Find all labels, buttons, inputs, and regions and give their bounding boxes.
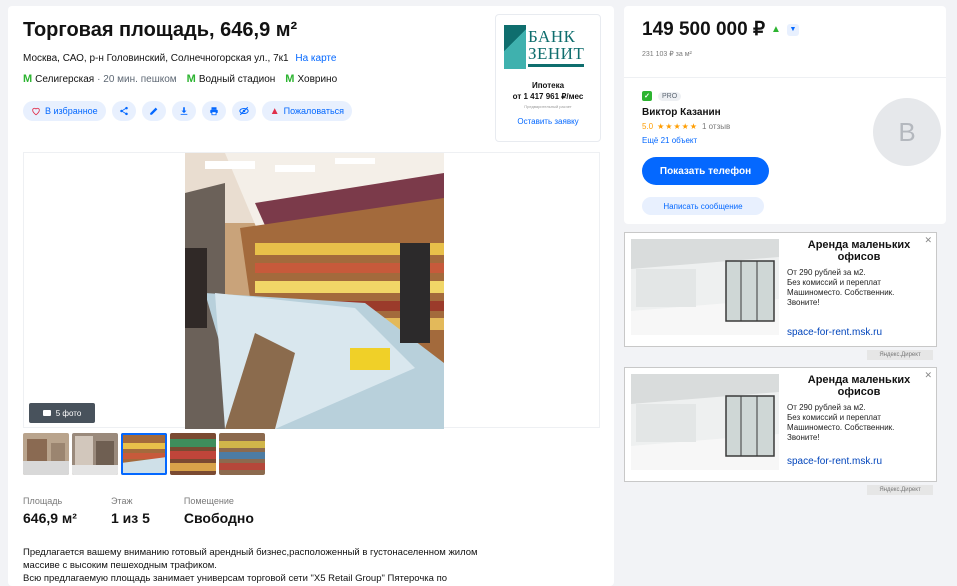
thumbnail-strip <box>23 433 265 475</box>
verified-shield-icon: ✓ <box>642 91 652 101</box>
bank-name-line1: БАНК <box>528 26 576 46</box>
fact-label: Этаж <box>110 496 133 506</box>
hide-button[interactable] <box>231 101 256 121</box>
apply-link[interactable]: Оставить заявку <box>496 117 600 126</box>
mortgage-widget: БАНК ЗЕНИТ Ипотека от 1 417 961 ₽/мес Пр… <box>495 14 601 142</box>
print-button[interactable] <box>201 101 226 121</box>
heart-icon <box>32 107 40 116</box>
thumbnail[interactable] <box>219 433 265 475</box>
ad-block[interactable]: Аренда маленьких офисов От 290 рублей за… <box>624 367 937 482</box>
favorite-button[interactable]: В избранное <box>23 101 106 121</box>
metro-icon: М <box>186 73 196 85</box>
warning-icon: ▲ <box>269 105 280 117</box>
mortgage-label: Ипотека <box>531 81 565 90</box>
metro-name: Водный стадион <box>198 73 276 85</box>
fact-label: Площадь <box>23 496 63 506</box>
share-icon <box>119 106 128 116</box>
mortgage-note: Предварительный расчет <box>524 104 572 109</box>
map-link[interactable]: На карте <box>295 53 336 64</box>
hide-icon <box>239 106 249 116</box>
fact-premises: Помещение Свободно <box>184 496 254 526</box>
listing-title: Торговая площадь, 646,9 м² <box>23 19 298 41</box>
download-button[interactable] <box>171 101 196 121</box>
price-history-dropdown[interactable]: ▼ <box>786 23 799 36</box>
photo-count-badge[interactable]: 5 фото <box>29 403 95 423</box>
price: 149 500 000 ₽ <box>642 19 766 40</box>
fact-value: 1 из 5 <box>110 510 150 526</box>
download-icon <box>180 107 188 115</box>
rating-stars-icon: ★★★★★ <box>657 122 698 131</box>
avatar: В <box>873 98 941 166</box>
fact-floor: Этаж 1 из 5 <box>111 496 150 526</box>
more-objects-link[interactable]: Ещё 21 объект <box>642 136 697 145</box>
close-icon[interactable]: ✕ <box>924 370 932 381</box>
address-text: Москва, САО, р-н Головинский, Солнечного… <box>23 53 289 64</box>
ad-block[interactable]: Аренда маленьких офисов От 290 рублей за… <box>624 232 937 347</box>
store-interior-photo <box>185 153 444 429</box>
metro-list: М Селигерская · 20 мин. пешком М Водный … <box>23 73 337 85</box>
send-message-button[interactable]: Написать сообщение <box>642 197 764 215</box>
ad-image[interactable] <box>631 239 779 335</box>
ad-link[interactable]: space-for-rent.msk.ru <box>787 327 882 338</box>
fact-value: 646,9 м² <box>23 510 77 526</box>
reviews-link[interactable]: 1 отзыв <box>702 122 730 131</box>
metro-station[interactable]: М Селигерская · 20 мин. пешком <box>23 73 177 85</box>
bank-logo[interactable]: БАНК ЗЕНИТ <box>504 23 592 71</box>
seller-card: 149 500 000 ₽ ▲ ▼ 231 103 ₽ за м² ✓ PRO … <box>624 6 946 224</box>
complain-label: Пожаловаться <box>283 106 345 116</box>
fact-label: Помещение <box>183 496 234 506</box>
description-line: Предлагается вашему вниманию готовый аре… <box>23 547 478 558</box>
metro-name: Селигерская <box>35 73 95 85</box>
description-line: массиве с высоким пешеходным трафиком. <box>23 560 217 571</box>
listing-card: Торговая площадь, 646,9 м² Москва, САО, … <box>8 6 614 586</box>
thumbnail[interactable] <box>170 433 216 475</box>
fact-value: Свободно <box>183 510 254 526</box>
ad-link[interactable]: space-for-rent.msk.ru <box>787 456 882 467</box>
metro-icon: М <box>23 73 33 85</box>
camera-icon <box>42 410 51 416</box>
ad-text: От 290 рублей за м2. Без комиссий и пере… <box>787 403 895 442</box>
description-line: Всю предлагаемую площадь занимает универ… <box>23 573 448 584</box>
ad-source-label[interactable]: Яндекс.Директ <box>867 485 933 495</box>
edit-button[interactable] <box>141 101 166 121</box>
photo-gallery: 5 фото <box>23 152 600 429</box>
ad-title[interactable]: Аренда маленьких офисов <box>785 239 933 263</box>
ad-image[interactable] <box>631 374 779 470</box>
metro-name: Ховрино <box>297 73 338 85</box>
fact-area: Площадь 646,9 м² <box>23 496 77 526</box>
complain-button[interactable]: ▲ Пожаловаться <box>261 101 353 121</box>
agent-rating: 5.0 ★★★★★ 1 отзыв <box>642 122 730 131</box>
edit-icon <box>149 107 158 115</box>
thumbnail[interactable] <box>23 433 69 475</box>
listing-description: Предлагается вашему вниманию готовый аре… <box>23 546 593 585</box>
show-phone-button[interactable]: Показать телефон <box>642 157 769 185</box>
listing-actions: В избранное ▲ Пожаловаться <box>23 101 353 121</box>
agent-name[interactable]: Виктор Казанин <box>642 107 721 118</box>
ad-text: От 290 рублей за м2. Без комиссий и пере… <box>787 268 895 307</box>
metro-station[interactable]: М Водный стадион <box>187 73 276 85</box>
thumbnail[interactable] <box>121 433 167 475</box>
print-icon <box>209 107 218 116</box>
share-button[interactable] <box>111 101 136 121</box>
metro-station[interactable]: М Ховрино <box>285 73 337 85</box>
bank-mark-icon <box>504 25 526 69</box>
mortgage-amount: от 1 417 961 ₽/мес <box>512 92 584 101</box>
favorite-label: В избранное <box>45 106 98 116</box>
main-photo[interactable] <box>185 153 444 429</box>
photo-count-label: 5 фото <box>55 408 82 418</box>
close-icon[interactable]: ✕ <box>924 235 932 246</box>
metro-walk-time: · 20 мин. пешком <box>97 73 177 85</box>
rating-value: 5.0 <box>642 122 654 131</box>
pro-badge: PRO <box>658 91 682 101</box>
price-per-sqm: 231 103 ₽ за м² <box>642 51 692 58</box>
ad-title[interactable]: Аренда маленьких офисов <box>785 374 933 398</box>
divider <box>624 77 946 78</box>
metro-icon: М <box>285 73 295 85</box>
ad-source-label[interactable]: Яндекс.Директ <box>867 350 933 360</box>
thumbnail[interactable] <box>72 433 118 475</box>
listing-address: Москва, САО, р-н Головинский, Солнечного… <box>23 53 336 64</box>
bank-name-line2: ЗЕНИТ <box>528 43 585 63</box>
price-up-arrow-icon: ▲ <box>771 24 781 35</box>
key-facts: Площадь 646,9 м² Этаж 1 из 5 Помещение С… <box>23 496 288 526</box>
